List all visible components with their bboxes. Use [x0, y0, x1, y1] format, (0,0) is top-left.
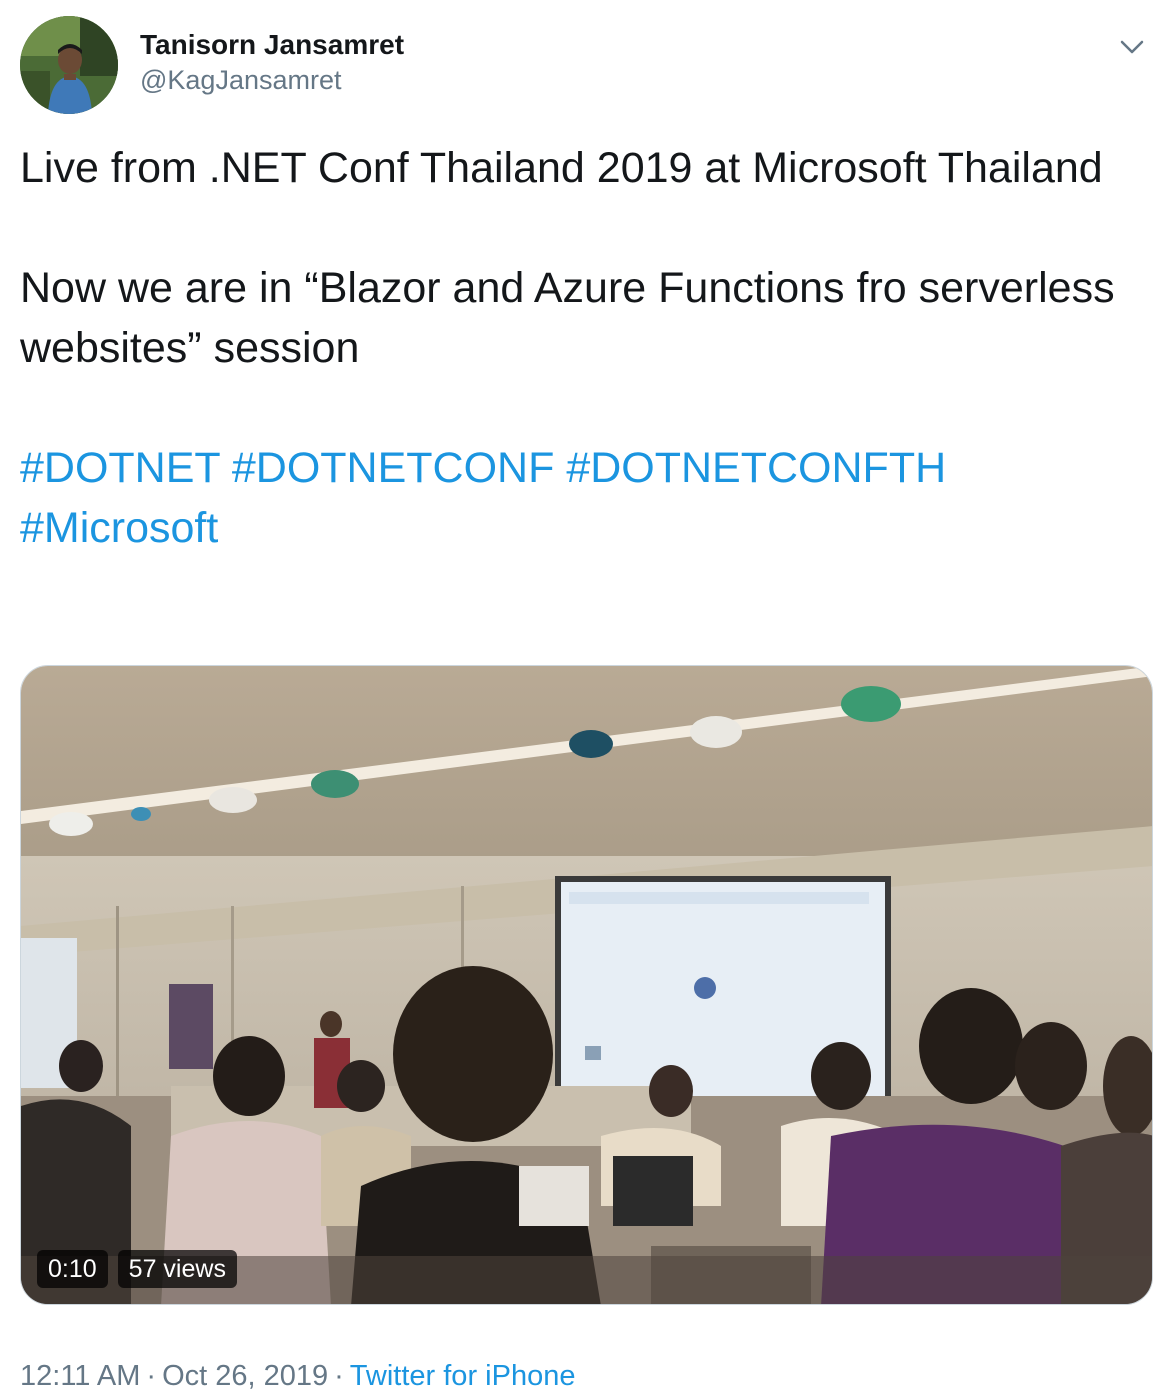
- hashtag-link[interactable]: #Microsoft: [20, 504, 218, 552]
- author-display-name[interactable]: Tanisorn Jansamret: [140, 28, 404, 62]
- meta-separator: ·: [334, 1360, 344, 1392]
- meta-separator: ·: [146, 1360, 157, 1392]
- hashtag-line: #DOTNET #DOTNETCONF #DOTNETCONFTH #Micro…: [20, 438, 1140, 558]
- tweet-paragraph: Now we are in “Blazor and Azure Function…: [20, 264, 1115, 372]
- hashtag-link[interactable]: #DOTNETCONF: [232, 444, 555, 492]
- hashtag-link[interactable]: #DOTNET: [20, 444, 220, 492]
- author-handle[interactable]: @KagJansamret: [140, 62, 404, 98]
- video-view-count: 57 views: [117, 1250, 237, 1288]
- tweet-text: Live from .NET Conf Thailand 2019 at Mic…: [20, 138, 1140, 558]
- avatar-photo: [20, 16, 118, 114]
- video-frame: [21, 666, 1152, 1304]
- tweet-time[interactable]: 12:11 AM: [20, 1360, 140, 1392]
- tweet-source-link[interactable]: Twitter for iPhone: [350, 1360, 576, 1392]
- tweet-paragraph: Live from .NET Conf Thailand 2019 at Mic…: [20, 144, 1103, 192]
- video-player[interactable]: 0:10 57 views: [20, 665, 1153, 1305]
- video-duration: 0:10: [37, 1250, 108, 1288]
- author-info: Tanisorn Jansamret @KagJansamret: [140, 28, 404, 98]
- tweet-card: Tanisorn Jansamret @KagJansamret Live fr…: [0, 0, 1170, 1394]
- tweet-meta: 12:11 AM · Oct 26, 2019 · Twitter for iPhone: [20, 1356, 575, 1396]
- chevron-down-icon[interactable]: [1114, 28, 1150, 64]
- tweet-header: Tanisorn Jansamret @KagJansamret: [20, 16, 1150, 116]
- hashtag-link[interactable]: #DOTNETCONFTH: [566, 444, 946, 492]
- tweet-date[interactable]: Oct 26, 2019: [162, 1360, 328, 1392]
- avatar[interactable]: [20, 16, 118, 114]
- video-badges: 0:10 57 views: [37, 1250, 237, 1288]
